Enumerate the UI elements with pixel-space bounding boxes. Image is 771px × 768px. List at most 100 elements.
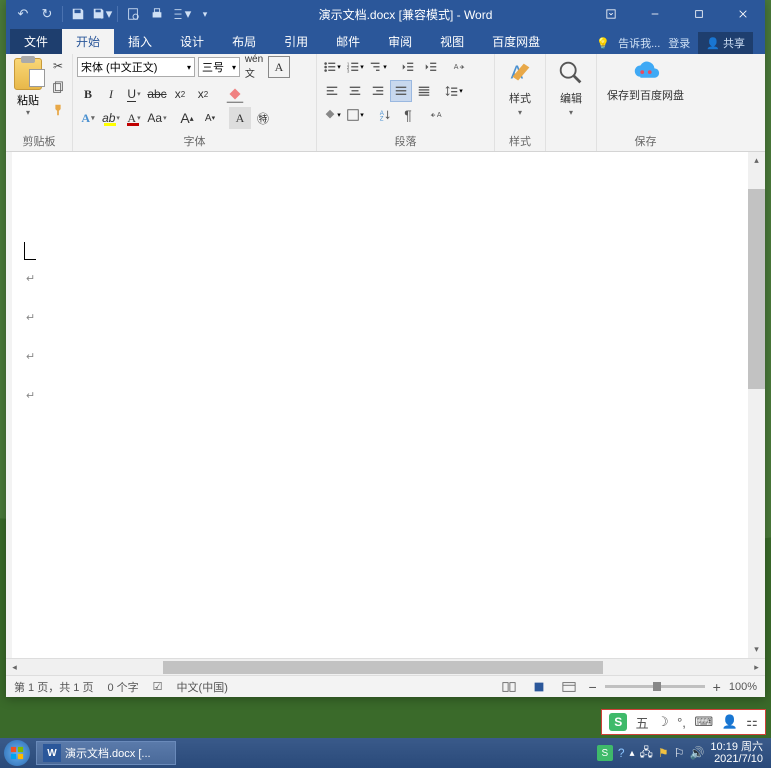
save-as-icon[interactable]: ▾	[91, 3, 113, 25]
word-count[interactable]: 0 个字	[107, 679, 138, 695]
multilevel-list-icon[interactable]: ▾	[367, 56, 389, 78]
tab-baidu[interactable]: 百度网盘	[478, 29, 554, 54]
tray-security-icon[interactable]: ⚑	[658, 746, 669, 760]
horizontal-scrollbar[interactable]: ◂ ▸	[6, 658, 765, 675]
save-icon[interactable]	[67, 3, 89, 25]
language-status[interactable]: 中文(中国)	[177, 679, 228, 695]
qat-customize-icon[interactable]: ▾	[194, 3, 216, 25]
maximize-button[interactable]	[677, 0, 721, 28]
tray-volume-icon[interactable]: 🔊	[689, 746, 704, 760]
grow-font-icon[interactable]: A▴	[176, 107, 198, 129]
align-left-icon[interactable]	[321, 80, 343, 102]
subscript-button[interactable]: x2	[169, 83, 191, 105]
page-status[interactable]: 第 1 页，共 1 页	[14, 679, 93, 695]
scroll-right-icon[interactable]: ▸	[748, 662, 765, 673]
zoom-out-button[interactable]: −	[588, 679, 596, 695]
align-center-icon[interactable]	[344, 80, 366, 102]
tray-chevron-icon[interactable]: ▴	[630, 748, 635, 759]
zoom-level[interactable]: 100%	[729, 681, 757, 693]
minimize-button[interactable]	[633, 0, 677, 28]
bullets-icon[interactable]: ▾	[321, 56, 343, 78]
scroll-down-icon[interactable]: ▾	[748, 641, 765, 658]
ime-logo-icon[interactable]: S	[609, 713, 627, 731]
tray-action-icon[interactable]: ⚐	[674, 746, 685, 760]
tab-view[interactable]: 视图	[426, 29, 478, 54]
close-button[interactable]	[721, 0, 765, 28]
tab-design[interactable]: 设计	[166, 29, 218, 54]
decrease-indent-icon[interactable]	[397, 56, 419, 78]
enclose-char-icon[interactable]: ㊕	[252, 107, 274, 129]
ime-punct-icon[interactable]: °,	[677, 715, 686, 730]
redo-icon[interactable]: ↻	[36, 3, 58, 25]
scroll-up-icon[interactable]: ▴	[748, 152, 765, 169]
ime-user-icon[interactable]: 👤	[721, 714, 737, 730]
tray-help-icon[interactable]: ?	[618, 746, 625, 760]
line-spacing-icon[interactable]: ▾	[443, 80, 465, 102]
paste-button[interactable]: 粘贴 ▾	[10, 56, 46, 119]
tab-insert[interactable]: 插入	[114, 29, 166, 54]
ime-menu-icon[interactable]: ⚏	[746, 714, 758, 730]
tray-ime-icon[interactable]: S	[597, 745, 613, 761]
touch-mode-icon[interactable]: ▾	[170, 3, 192, 25]
proofing-icon[interactable]: ☑	[153, 680, 163, 693]
hscroll-thumb[interactable]	[163, 661, 603, 674]
increase-indent-icon[interactable]	[420, 56, 442, 78]
highlight-icon[interactable]: ab▾	[100, 107, 122, 129]
borders-icon[interactable]: ▾	[344, 104, 366, 126]
taskbar-clock[interactable]: 10:19 周六 2021/7/10	[710, 741, 767, 765]
tab-home[interactable]: 开始	[62, 29, 114, 54]
print-preview-icon[interactable]	[122, 3, 144, 25]
ime-mode[interactable]: 五	[636, 713, 649, 732]
bold-button[interactable]: B	[77, 83, 99, 105]
distribute-icon[interactable]	[413, 80, 435, 102]
web-layout-icon[interactable]	[558, 678, 580, 696]
undo-icon[interactable]: ↶	[12, 3, 34, 25]
taskbar-word-item[interactable]: W 演示文档.docx [...	[36, 741, 176, 765]
styles-button[interactable]: A 样式▾	[499, 56, 541, 119]
vertical-scrollbar[interactable]: ▴ ▾	[748, 152, 765, 658]
print-layout-icon[interactable]	[528, 678, 550, 696]
font-size-combo[interactable]: 三号▾	[198, 57, 240, 77]
align-justify-icon[interactable]	[390, 80, 412, 102]
ime-keyboard-icon[interactable]: ⌨	[694, 714, 713, 730]
tab-layout[interactable]: 布局	[218, 29, 270, 54]
zoom-slider[interactable]	[605, 685, 705, 688]
clear-formatting-icon[interactable]	[224, 83, 246, 105]
tell-me-button[interactable]: 告诉我...	[618, 35, 660, 51]
copy-icon[interactable]	[48, 78, 68, 98]
start-button[interactable]	[4, 740, 30, 766]
strikethrough-button[interactable]: abc	[146, 83, 168, 105]
scroll-left-icon[interactable]: ◂	[6, 662, 23, 673]
save-baidu-button[interactable]: 保存到百度网盘	[601, 56, 690, 104]
ltr-icon[interactable]: A	[448, 56, 470, 78]
shrink-font-icon[interactable]: A▾	[199, 107, 221, 129]
align-right-icon[interactable]	[367, 80, 389, 102]
format-painter-icon[interactable]	[48, 100, 68, 120]
tab-review[interactable]: 审阅	[374, 29, 426, 54]
share-button[interactable]: 👤共享	[698, 32, 753, 54]
superscript-button[interactable]: x2	[192, 83, 214, 105]
ime-moon-icon[interactable]: ☽	[657, 714, 669, 730]
char-border-icon[interactable]: A	[268, 56, 290, 78]
document-page[interactable]: ↵ ↵ ↵ ↵	[12, 152, 748, 658]
numbering-icon[interactable]: 123▾	[344, 56, 366, 78]
tab-file[interactable]: 文件	[10, 29, 62, 54]
tab-references[interactable]: 引用	[270, 29, 322, 54]
ribbon-options-icon[interactable]	[589, 0, 633, 28]
scroll-thumb[interactable]	[748, 189, 765, 389]
zoom-in-button[interactable]: +	[713, 679, 721, 695]
italic-button[interactable]: I	[100, 83, 122, 105]
font-name-combo[interactable]: 宋体 (中文正文)▾	[77, 57, 195, 77]
char-shading-icon[interactable]: A	[229, 107, 251, 129]
read-mode-icon[interactable]	[498, 678, 520, 696]
show-marks-icon[interactable]: ¶	[397, 104, 419, 126]
underline-button[interactable]: U▾	[123, 83, 145, 105]
tray-network-icon[interactable]: 🖧	[640, 743, 653, 764]
tab-mailings[interactable]: 邮件	[322, 29, 374, 54]
text-effects-icon[interactable]: A▾	[77, 107, 99, 129]
change-case-icon[interactable]: Aa▾	[146, 107, 168, 129]
login-button[interactable]: 登录	[668, 35, 690, 51]
quick-print-icon[interactable]	[146, 3, 168, 25]
sort-icon[interactable]: AZ	[374, 104, 396, 126]
ime-toolbar[interactable]: S 五 ☽ °, ⌨ 👤 ⚏	[601, 709, 766, 735]
